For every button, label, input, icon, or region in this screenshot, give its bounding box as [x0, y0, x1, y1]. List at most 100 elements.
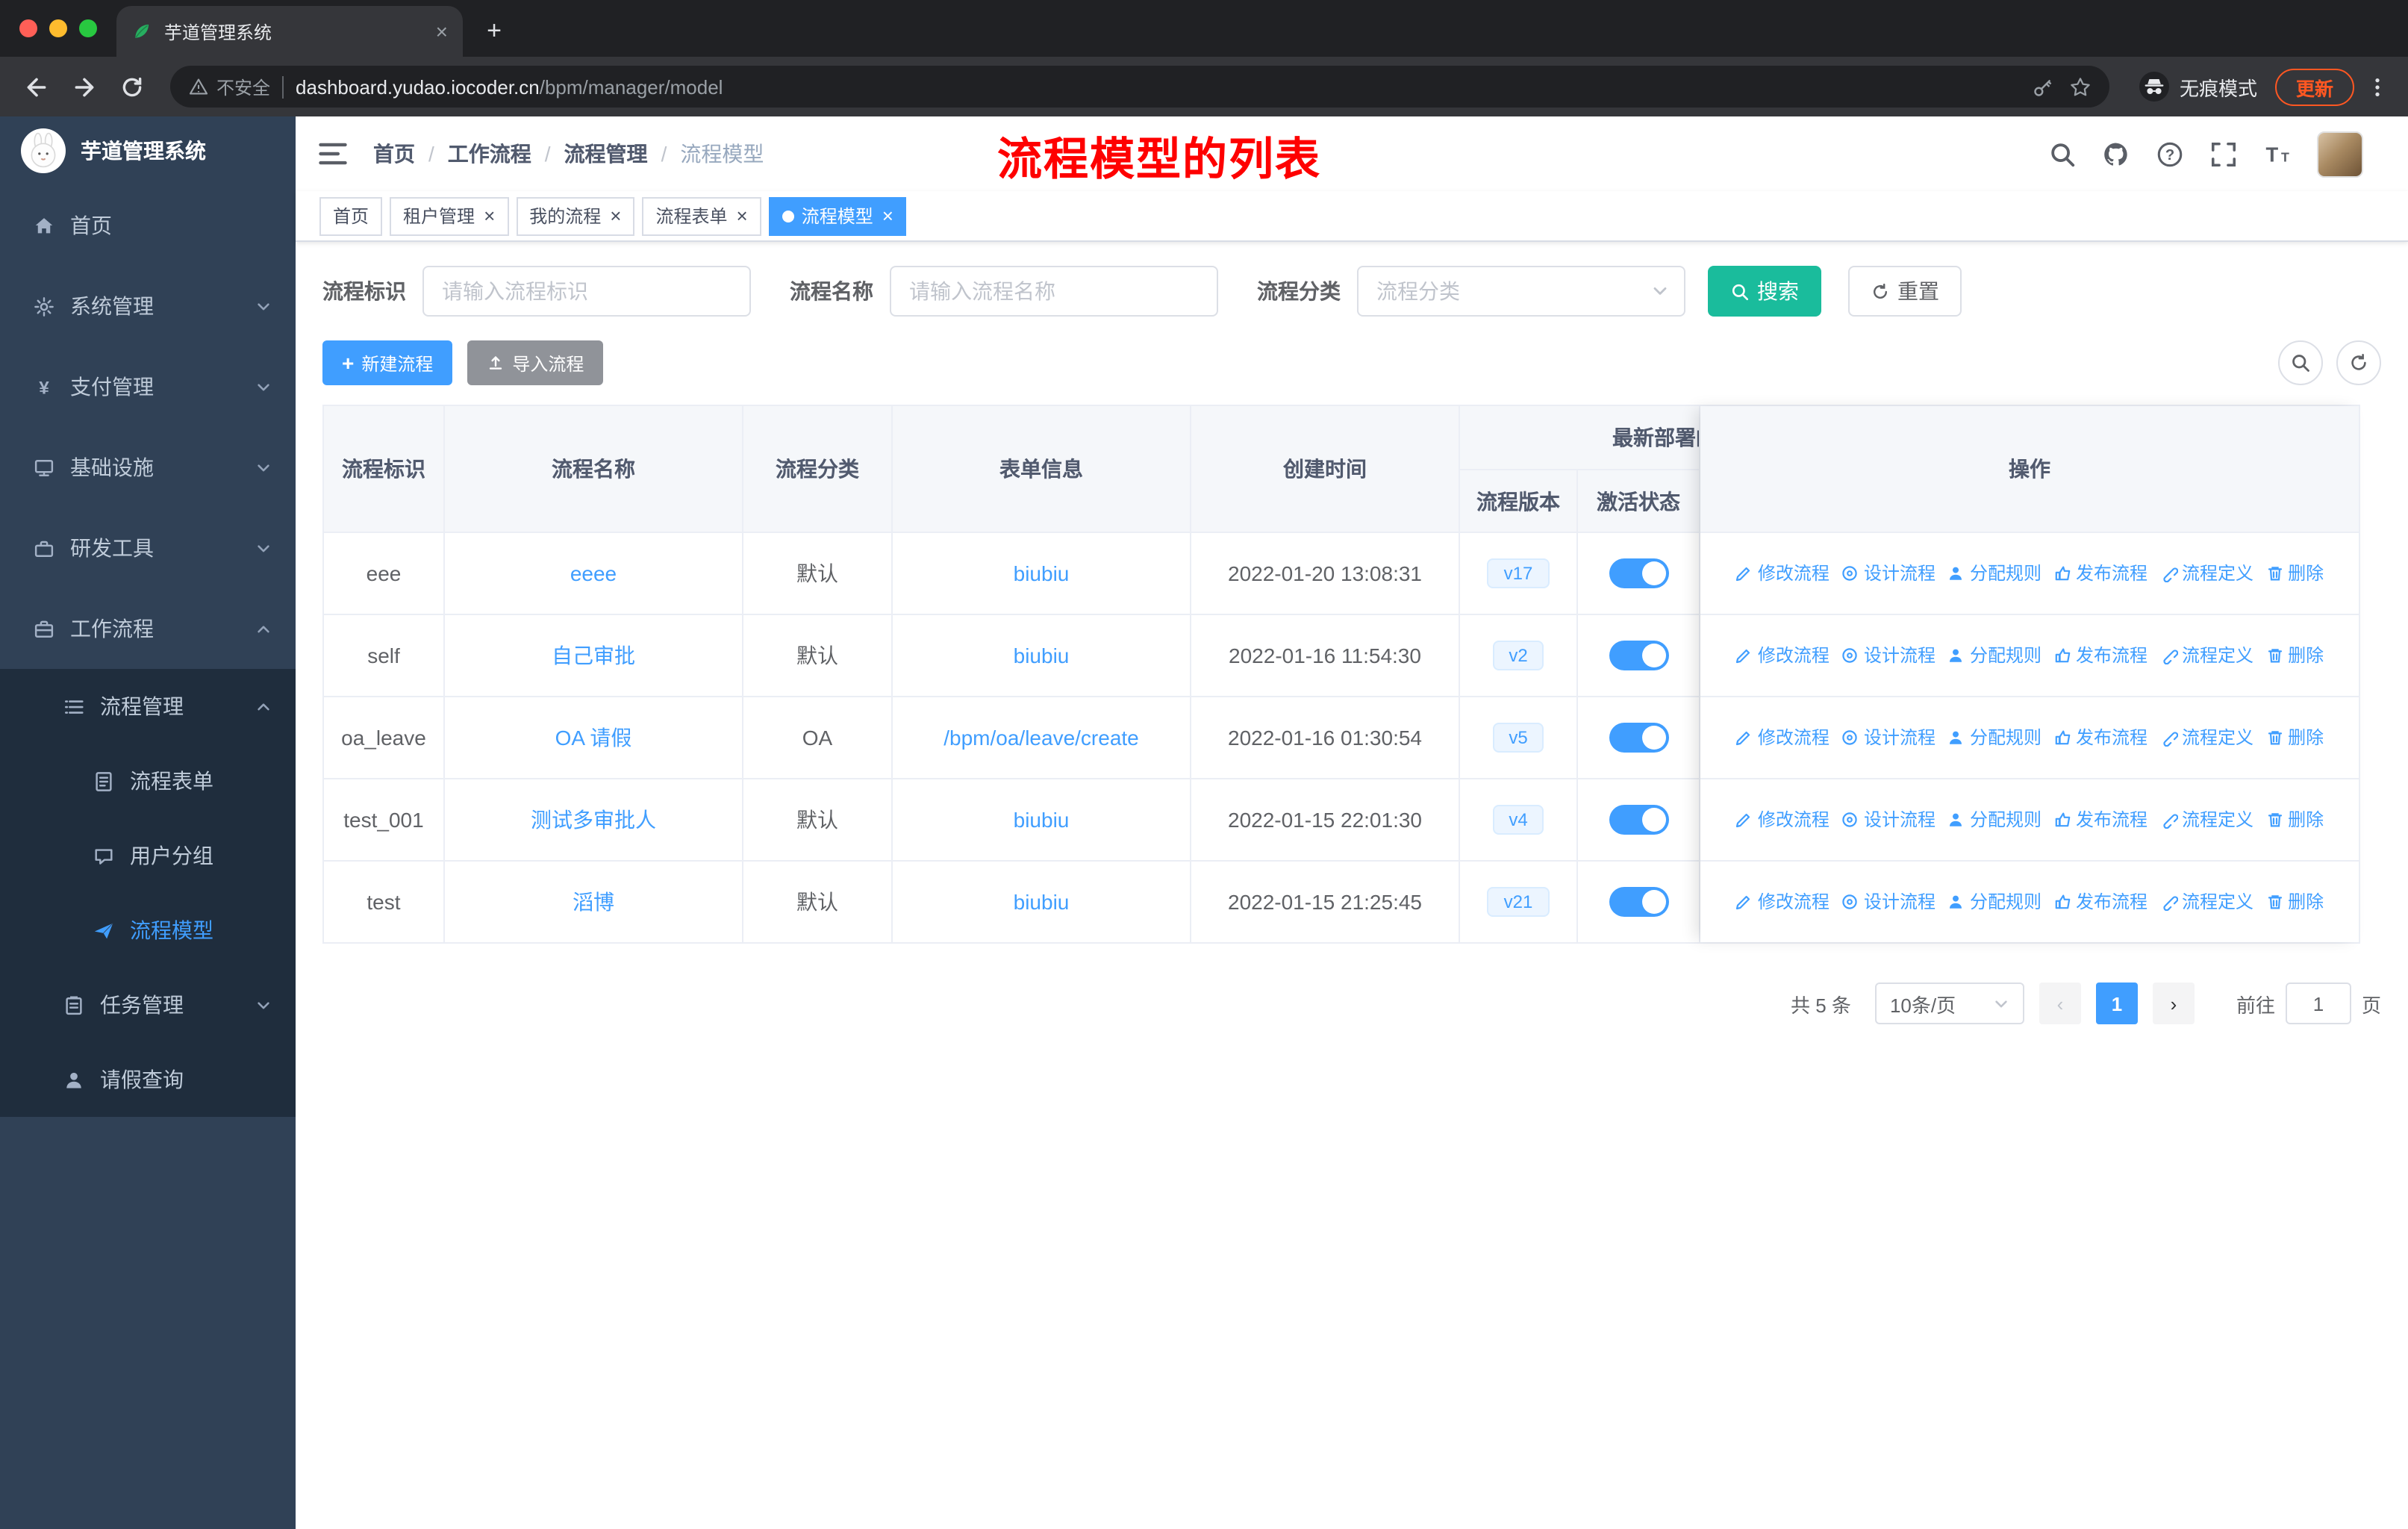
action-definition-link[interactable]: 流程定义	[2159, 725, 2253, 750]
help-icon[interactable]: ?	[2156, 140, 2184, 168]
active-toggle[interactable]	[1609, 723, 1668, 753]
browser-update-button[interactable]: 更新	[2274, 68, 2354, 105]
new-tab-button[interactable]: +	[475, 12, 514, 51]
window-minimize-button[interactable]	[49, 19, 67, 37]
tag-view-item[interactable]: 流程表单 ×	[642, 196, 761, 235]
process-name-input[interactable]	[890, 266, 1218, 317]
action-delete-link[interactable]: 删除	[2265, 807, 2324, 832]
window-close-button[interactable]	[19, 19, 37, 37]
process-id-input[interactable]	[422, 266, 751, 317]
action-design-link[interactable]: 设计流程	[1841, 807, 1936, 832]
action-design-link[interactable]: 设计流程	[1841, 643, 1936, 668]
github-icon[interactable]	[2102, 140, 2130, 168]
action-edit-link[interactable]: 修改流程	[1735, 643, 1830, 668]
action-design-link[interactable]: 设计流程	[1841, 561, 1936, 586]
browser-tab[interactable]: 芋道管理系统 ×	[116, 6, 463, 57]
action-delete-link[interactable]: 删除	[2265, 889, 2324, 915]
breadcrumb-item[interactable]: 首页	[373, 139, 415, 169]
sidebar-item-form[interactable]: 流程表单	[0, 744, 296, 818]
action-delete-link[interactable]: 删除	[2265, 725, 2324, 750]
address-bar[interactable]: 不安全 dashboard.yudao.iocoder.cn/bpm/manag…	[170, 66, 2109, 108]
form-info-link[interactable]: /bpm/oa/leave/create	[943, 726, 1139, 750]
breadcrumb-item[interactable]: 流程管理	[564, 139, 648, 169]
sidebar-item-group[interactable]: 用户分组	[0, 818, 296, 893]
search-icon[interactable]	[2048, 140, 2077, 168]
page-size-select[interactable]: 10条/页	[1874, 983, 2024, 1024]
action-definition-link[interactable]: 流程定义	[2159, 561, 2253, 586]
action-design-link[interactable]: 设计流程	[1841, 725, 1936, 750]
form-info-link[interactable]: biubiu	[1014, 561, 1070, 585]
sidebar-item-home[interactable]: 首页	[0, 185, 296, 266]
goto-page-input[interactable]	[2285, 983, 2351, 1024]
font-size-icon[interactable]: TT	[2263, 140, 2292, 168]
import-process-button[interactable]: 导入流程	[467, 340, 604, 385]
create-process-button[interactable]: + 新建流程	[322, 340, 453, 385]
form-info-link[interactable]: biubiu	[1014, 644, 1070, 667]
action-edit-link[interactable]: 修改流程	[1735, 725, 1830, 750]
action-assign-link[interactable]: 分配规则	[1947, 889, 2042, 915]
process-name-link[interactable]: 自己审批	[552, 644, 635, 667]
sidebar-item-gear[interactable]: 系统管理	[0, 266, 296, 346]
process-name-link[interactable]: eeee	[570, 561, 617, 585]
sidebar-collapse-button[interactable]	[316, 137, 349, 170]
process-name-link[interactable]: OA 请假	[555, 726, 632, 750]
action-edit-link[interactable]: 修改流程	[1735, 889, 1830, 915]
user-avatar[interactable]	[2317, 131, 2363, 177]
sidebar-item-workflow[interactable]: 工作流程	[0, 588, 296, 669]
sidebar-item-tools[interactable]: 研发工具	[0, 508, 296, 588]
bookmark-star-icon[interactable]	[2069, 75, 2092, 98]
action-assign-link[interactable]: 分配规则	[1947, 807, 2042, 832]
tag-close-icon[interactable]: ×	[484, 206, 495, 225]
form-info-link[interactable]: biubiu	[1014, 808, 1070, 832]
action-edit-link[interactable]: 修改流程	[1735, 807, 1830, 832]
active-toggle[interactable]	[1609, 805, 1668, 835]
active-toggle[interactable]	[1609, 641, 1668, 670]
tag-view-item[interactable]: 首页	[319, 196, 383, 235]
action-definition-link[interactable]: 流程定义	[2159, 643, 2253, 668]
prev-page-button[interactable]: ‹	[2039, 983, 2081, 1024]
active-toggle[interactable]	[1609, 558, 1668, 588]
form-info-link[interactable]: biubiu	[1014, 890, 1070, 914]
tab-close-icon[interactable]: ×	[436, 21, 448, 42]
action-edit-link[interactable]: 修改流程	[1735, 561, 1830, 586]
sidebar-item-yen[interactable]: ¥ 支付管理	[0, 346, 296, 427]
action-design-link[interactable]: 设计流程	[1841, 889, 1936, 915]
tag-view-item[interactable]: 我的流程 ×	[516, 196, 635, 235]
sidebar-logo[interactable]: 芋道管理系统	[0, 116, 296, 185]
back-button[interactable]	[15, 66, 57, 108]
action-definition-link[interactable]: 流程定义	[2159, 889, 2253, 915]
action-publish-link[interactable]: 发布流程	[2053, 807, 2147, 832]
security-chip[interactable]: 不安全	[188, 74, 270, 99]
search-button[interactable]: 搜索	[1708, 266, 1821, 317]
next-page-button[interactable]: ›	[2152, 983, 2195, 1024]
reload-button[interactable]	[110, 66, 152, 108]
page-number-1[interactable]: 1	[2095, 983, 2138, 1024]
breadcrumb-item[interactable]: 工作流程	[448, 139, 531, 169]
sidebar-item-process[interactable]: 流程管理	[0, 669, 296, 744]
action-definition-link[interactable]: 流程定义	[2159, 807, 2253, 832]
sidebar-item-infra[interactable]: 基础设施	[0, 427, 296, 508]
tag-close-icon[interactable]: ×	[610, 206, 621, 225]
fullscreen-icon[interactable]	[2209, 140, 2238, 168]
action-publish-link[interactable]: 发布流程	[2053, 889, 2147, 915]
action-delete-link[interactable]: 删除	[2265, 561, 2324, 586]
refresh-table-button[interactable]	[2336, 340, 2381, 385]
tag-close-icon[interactable]: ×	[737, 206, 748, 225]
action-publish-link[interactable]: 发布流程	[2053, 561, 2147, 586]
sidebar-item-task[interactable]: 任务管理	[0, 968, 296, 1042]
search-toggle-button[interactable]	[2278, 340, 2323, 385]
sidebar-item-model[interactable]: 流程模型	[0, 893, 296, 968]
tag-view-active[interactable]: 流程模型 ×	[768, 196, 907, 235]
process-name-link[interactable]: 测试多审批人	[531, 808, 656, 832]
reset-button[interactable]: 重置	[1848, 266, 1962, 317]
tag-close-icon[interactable]: ×	[882, 206, 893, 225]
action-assign-link[interactable]: 分配规则	[1947, 725, 2042, 750]
forward-button[interactable]	[63, 66, 105, 108]
action-assign-link[interactable]: 分配规则	[1947, 561, 2042, 586]
action-assign-link[interactable]: 分配规则	[1947, 643, 2042, 668]
active-toggle[interactable]	[1609, 887, 1668, 917]
tag-view-item[interactable]: 租户管理 ×	[390, 196, 509, 235]
sidebar-item-user[interactable]: 请假查询	[0, 1042, 296, 1117]
password-key-icon[interactable]	[2032, 75, 2054, 98]
action-publish-link[interactable]: 发布流程	[2053, 643, 2147, 668]
